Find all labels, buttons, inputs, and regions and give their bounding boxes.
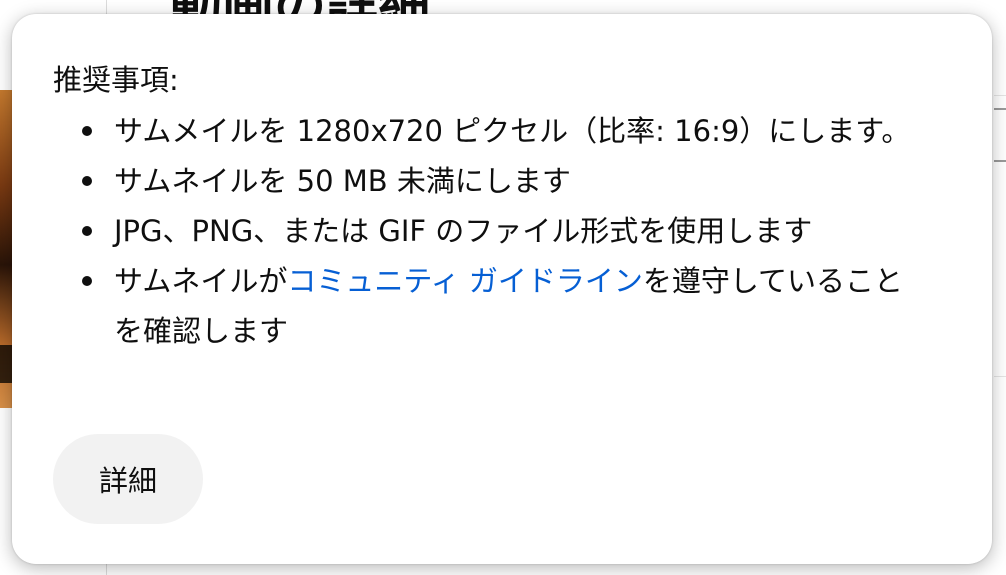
list-item: サムネイルを 50 MB 未満にします xyxy=(82,156,914,206)
community-guidelines-link[interactable]: コミュニティ ガイドライン xyxy=(287,264,642,298)
background-text-line xyxy=(994,160,1006,162)
bullet-icon xyxy=(82,126,92,136)
list-item-text-prefix: サムネイルが xyxy=(114,264,288,298)
details-button[interactable]: 詳細 xyxy=(53,434,203,524)
list-item-text: サムメイルを 1280x720 ピクセル（比率: 16:9）にします。 xyxy=(114,114,911,148)
bullet-icon xyxy=(82,226,92,236)
dialog-title: 推奨事項: xyxy=(53,63,179,97)
background-text-line xyxy=(994,108,1006,110)
recommendations-list: サムメイルを 1280x720 ピクセル（比率: 16:9）にします。 サムネイ… xyxy=(53,106,914,356)
list-item: JPG、PNG、または GIF のファイル形式を使用します xyxy=(82,206,914,256)
bullet-icon xyxy=(82,276,92,286)
list-item: サムメイルを 1280x720 ピクセル（比率: 16:9）にします。 xyxy=(82,106,914,156)
list-item-text: サムネイルを 50 MB 未満にします xyxy=(114,164,571,198)
background-thumbnail-badge xyxy=(0,345,12,383)
list-item-text: JPG、PNG、または GIF のファイル形式を使用します xyxy=(114,214,813,248)
bullet-icon xyxy=(82,176,92,186)
list-item: サムネイルがコミュニティ ガイドラインを遵守していることを確認します xyxy=(82,256,914,356)
background-side-panel xyxy=(994,95,1006,377)
thumbnail-recommendations-dialog: 推奨事項: サムメイルを 1280x720 ピクセル（比率: 16:9）にします… xyxy=(12,14,992,564)
